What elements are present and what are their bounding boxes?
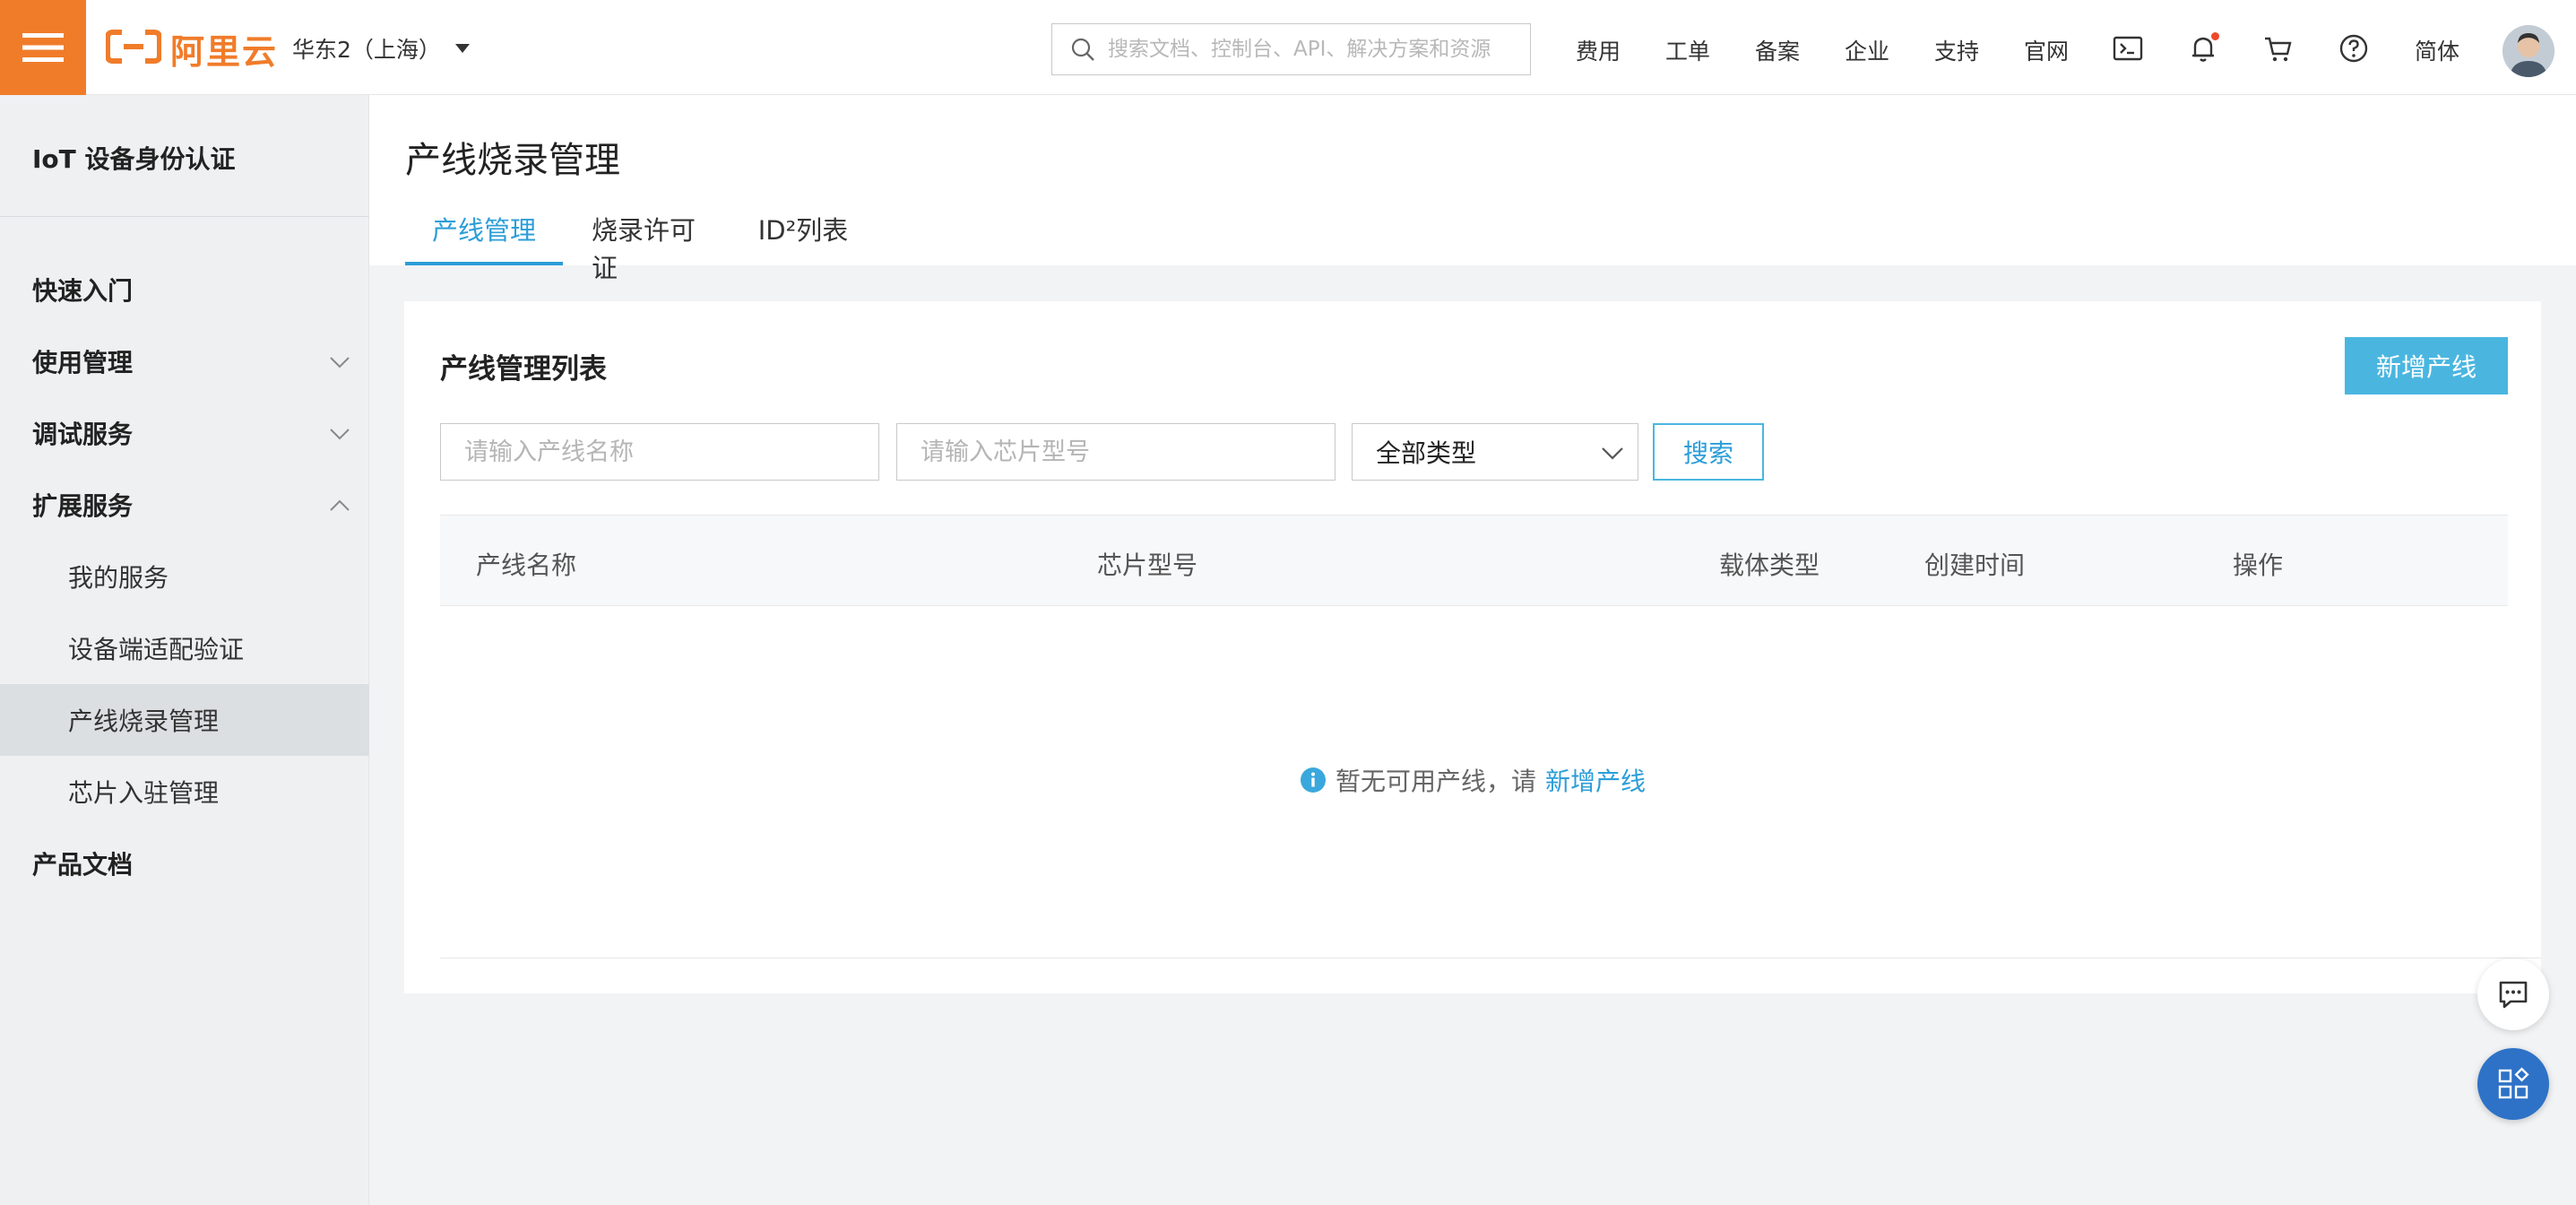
avatar[interactable] [2503,25,2554,77]
chevron-down-icon [1602,447,1623,460]
column-header: 载体类型 [1719,550,1820,580]
carrier-type-select[interactable]: 全部类型 [1352,423,1638,481]
apps-grid-icon [2498,1067,2529,1099]
select-value: 全部类型 [1376,438,1477,468]
chat-button[interactable] [2477,958,2549,1030]
sidebar-item-usage[interactable]: 使用管理 [0,325,369,397]
add-production-line-button[interactable]: 新增产线 [2345,337,2508,394]
product-title: IoT 设备身份认证 [32,144,236,174]
search-icon [1071,38,1094,61]
chevron-up-icon [330,499,350,511]
tab-id2-list[interactable]: ID²列表 [749,210,857,265]
page-header: 产线烧录管理 产线管理 烧录许可证 ID²列表 [369,95,2576,283]
chevron-down-icon [330,357,350,368]
sidebar-item-debug[interactable]: 调试服务 [0,397,369,469]
nav-enterprise[interactable]: 企业 [1845,34,1889,66]
column-header: 创建时间 [1924,550,2026,580]
sidebar-item-label: 我的服务 [68,563,169,593]
bell-icon[interactable] [2187,32,2219,65]
nav-tickets[interactable]: 工单 [1665,34,1710,66]
sidebar-item-my-services[interactable]: 我的服务 [0,541,369,612]
production-line-panel: 产线管理列表 新增产线 全部类型 搜索 产线名称 芯片型号 载体类型 创建时间 … [404,301,2541,993]
sidebar-item-label: 快速入门 [32,276,134,306]
language-switch[interactable]: 简体 [2415,34,2459,66]
aliyun-logo[interactable]: 阿里云 [105,29,278,72]
sidebar-item-docs[interactable]: 产品文档 [0,828,369,899]
sidebar-item-extensions[interactable]: 扩展服务 [0,469,369,541]
column-header: 产线名称 [476,550,577,580]
chevron-down-icon [330,429,350,440]
info-icon [1300,767,1326,793]
add-production-line-link[interactable]: 新增产线 [1545,762,1646,798]
sidebar-item-label: 产品文档 [32,850,134,880]
sidebar-divider [0,216,369,217]
empty-state: 暂无可用产线，请 新增产线 [404,762,2541,798]
sidebar-item-label: 芯片入驻管理 [68,778,220,808]
sidebar-item-label: 产线烧录管理 [68,707,220,736]
region-selector[interactable]: 华东2（上海） [292,32,470,65]
cart-icon[interactable] [2262,32,2295,65]
menu-button[interactable] [0,0,86,95]
region-label: 华东2（上海） [292,37,441,63]
user-avatar-icon [2503,25,2554,77]
sidebar-item-label: 扩展服务 [32,491,134,521]
caret-down-icon [454,44,470,53]
apps-button[interactable] [2477,1048,2549,1120]
column-header: 芯片型号 [1097,550,1198,580]
sidebar-item-device-adaptation[interactable]: 设备端适配验证 [0,612,369,684]
nav-support[interactable]: 支持 [1934,34,1979,66]
line-name-input[interactable] [440,423,879,481]
notification-dot [2211,32,2219,40]
sidebar-item-label: 调试服务 [32,420,134,449]
search-button[interactable]: 搜索 [1653,423,1764,481]
sidebar-item-chip-onboarding[interactable]: 芯片入驻管理 [0,756,369,828]
tab-production-line[interactable]: 产线管理 [405,210,563,265]
sidebar-item-label: 设备端适配验证 [68,635,245,664]
column-header: 操作 [2233,550,2284,580]
hamburger-icon [22,33,64,62]
sidebar-item-production-line[interactable]: 产线烧录管理 [0,684,369,756]
sidebar-item-label: 使用管理 [32,348,134,377]
help-icon[interactable] [2338,32,2370,65]
panel-title: 产线管理列表 [440,353,607,386]
nav-icp[interactable]: 备案 [1755,34,1800,66]
tab-burn-license[interactable]: 烧录许可证 [592,210,721,283]
nav-billing[interactable]: 费用 [1576,34,1621,66]
chip-model-input[interactable] [896,423,1336,481]
search-input[interactable] [1108,38,1520,61]
sidebar: IoT 设备身份认证 快速入门 使用管理 调试服务 扩展服务 我的服务 设备端适… [0,95,369,1205]
nav-website[interactable]: 官网 [2024,34,2069,66]
chat-icon [2499,981,2528,1009]
top-bar: 阿里云 华东2（上海） 费用 工单 备案 企业 支持 官网 [0,0,2576,95]
sidebar-item-quickstart[interactable]: 快速入门 [0,254,369,325]
global-search[interactable] [1051,23,1531,75]
terminal-icon[interactable] [2112,32,2144,65]
aliyun-logo-icon [105,29,162,68]
logo-text: 阿里云 [170,31,279,72]
page-title: 产线烧录管理 [405,140,620,181]
empty-message: 暂无可用产线，请 [1335,767,1536,796]
table-header: 产线名称 芯片型号 载体类型 创建时间 操作 [440,515,2508,606]
